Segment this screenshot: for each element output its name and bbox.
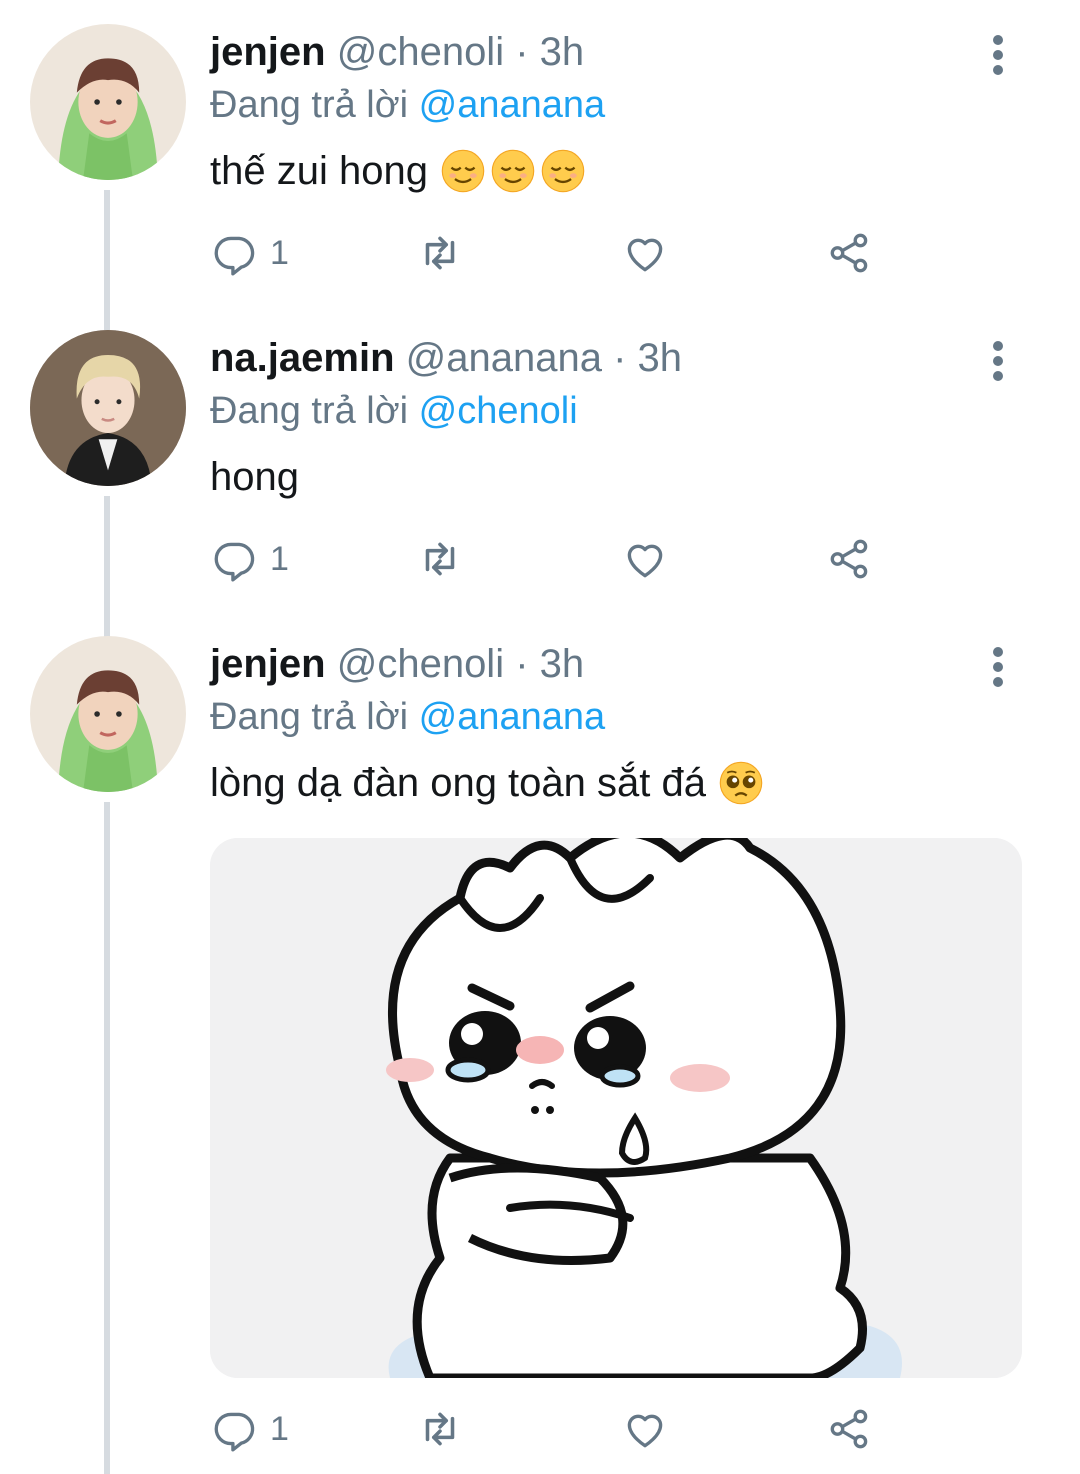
like-icon [627, 1414, 663, 1448]
user-handle[interactable]: @chenoli [337, 642, 504, 686]
tweet-content: na.jaemin @ananana · 3h Đang trả lời @ch… [210, 334, 1020, 502]
avatar-image [30, 330, 186, 486]
replying-to-label: Đang trả lời [210, 390, 409, 432]
more-options-icon[interactable] [986, 644, 1010, 690]
tweet-text-body: thế zui hong [210, 149, 428, 193]
tweet-actions: 1 [210, 228, 910, 278]
replying-to-label: Đang trả lời [210, 696, 409, 738]
mention-link[interactable]: @ananana [419, 696, 606, 738]
display-name[interactable]: na.jaemin [210, 336, 395, 380]
avatar[interactable] [30, 636, 186, 792]
tweet-header: jenjen @chenoli · 3h [210, 640, 1020, 688]
tweet-text: lòng dạ đàn ong toàn sắt đá [210, 758, 1020, 808]
tweet-text-body: lòng dạ đàn ong toàn sắt đá [210, 761, 706, 805]
display-name[interactable]: jenjen [210, 30, 326, 74]
like-button[interactable] [620, 534, 670, 584]
timestamp[interactable]: 3h [540, 30, 585, 74]
retweet-button[interactable] [415, 534, 465, 584]
mention-link[interactable]: @chenoli [419, 390, 578, 432]
crying-cartoon-sticker [210, 838, 1022, 1378]
tweet-text-body: hong [210, 455, 299, 499]
avatar-image [30, 24, 186, 180]
tweet-content: jenjen @chenoli · 3h Đang trả lời @anana… [210, 640, 1020, 808]
tweet-text: hong [210, 452, 1020, 502]
like-button[interactable] [620, 1404, 670, 1454]
display-name[interactable]: jenjen [210, 642, 326, 686]
user-handle[interactable]: @chenoli [337, 30, 504, 74]
replying-to: Đang trả lời @chenoli [210, 386, 1020, 436]
timestamp[interactable]: 3h [540, 642, 585, 686]
reply-icon [214, 542, 255, 582]
reply-count: 1 [270, 233, 289, 272]
like-icon [627, 544, 663, 578]
reply-button[interactable]: 1 [210, 1404, 289, 1454]
share-icon [830, 1409, 868, 1449]
share-button[interactable] [825, 534, 875, 584]
like-icon [627, 238, 663, 272]
reply-icon [214, 236, 255, 276]
replying-to: Đang trả lời @ananana [210, 80, 1020, 130]
tweet-content: jenjen @chenoli · 3h Đang trả lời @anana… [210, 28, 1020, 196]
share-button[interactable] [825, 1404, 875, 1454]
retweet-icon [425, 236, 455, 270]
tweet[interactable]: na.jaemin @ananana · 3h Đang trả lời @ch… [0, 306, 1080, 606]
tweet-header: jenjen @chenoli · 3h [210, 28, 1020, 76]
tweet-header: na.jaemin @ananana · 3h [210, 334, 1020, 382]
more-options-icon[interactable] [986, 32, 1010, 78]
retweet-button[interactable] [415, 1404, 465, 1454]
separator-dot: · [613, 336, 627, 380]
like-button[interactable] [620, 228, 670, 278]
share-icon [830, 539, 868, 579]
avatar-image [30, 636, 186, 792]
tweet[interactable]: jenjen @chenoli · 3h Đang trả lời @anana… [0, 0, 1080, 300]
reply-button[interactable]: 1 [210, 228, 289, 278]
tweet-media-image[interactable] [210, 838, 1022, 1378]
reply-count: 1 [270, 1409, 289, 1448]
mention-link[interactable]: @ananana [419, 84, 606, 126]
tweet-text: thế zui hong [210, 146, 1020, 196]
retweet-icon [425, 1412, 455, 1446]
timestamp[interactable]: 3h [638, 336, 683, 380]
separator-dot: · [515, 30, 529, 74]
retweet-button[interactable] [415, 228, 465, 278]
reply-button[interactable]: 1 [210, 534, 289, 584]
relieved-face-icon [441, 149, 485, 193]
reply-icon [214, 1412, 255, 1452]
tweet-actions: 1 [210, 534, 910, 584]
replying-to: Đang trả lời @ananana [210, 692, 1020, 742]
more-options-icon[interactable] [986, 338, 1010, 384]
tweet-actions: 1 [210, 1404, 910, 1454]
replying-to-label: Đang trả lời [210, 84, 409, 126]
relieved-face-icon [491, 149, 535, 193]
reply-count: 1 [270, 539, 289, 578]
user-handle[interactable]: @ananana [406, 336, 602, 380]
relieved-face-icon [541, 149, 585, 193]
retweet-icon [425, 542, 455, 576]
pleading-face-icon [719, 761, 763, 805]
avatar[interactable] [30, 24, 186, 180]
share-icon [830, 233, 868, 273]
avatar[interactable] [30, 330, 186, 486]
share-button[interactable] [825, 228, 875, 278]
separator-dot: · [515, 642, 529, 686]
